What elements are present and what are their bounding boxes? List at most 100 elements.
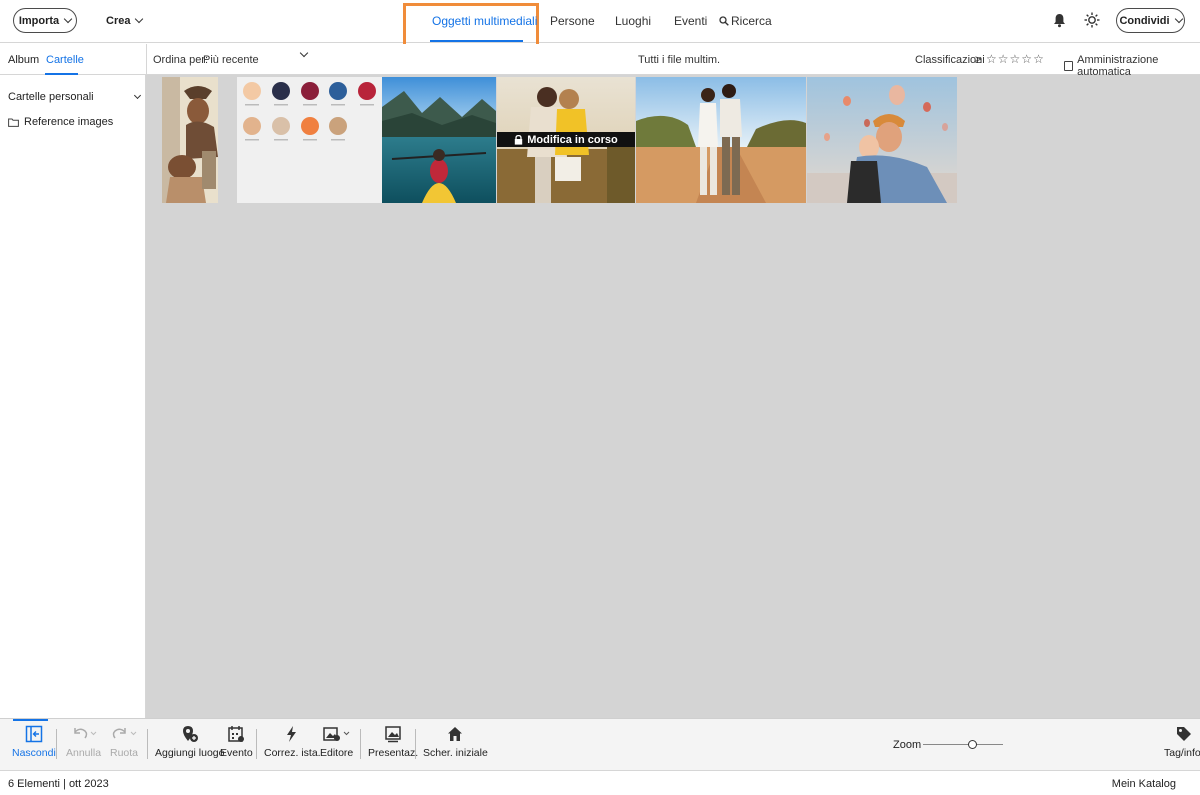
media-grid: Modifica in corso [146,75,1200,718]
toolbar-separator [256,729,257,759]
undo-label: Annulla [66,747,102,759]
share-label: Condividi [1119,14,1170,27]
tab-folders[interactable]: Cartelle [46,54,84,66]
active-tab-indicator [430,40,523,42]
home-screen-button[interactable]: Scher. iniziale [423,725,488,759]
status-bar: 6 Elementi | ott 2023 Mein Katalog [0,770,1200,795]
editing-overlay-label: Modifica in corso [527,133,618,146]
editing-overlay: Modifica in corso [497,132,635,147]
search-icon [719,16,729,26]
tab-search-label: Ricerca [731,14,772,28]
media-thumbnail[interactable] [382,77,496,203]
tags-info-label: Tag/info. [1164,747,1200,759]
slideshow-icon [385,726,401,743]
add-place-label: Aggiungi luogo [155,747,225,759]
star-icon[interactable]: ☆ [998,52,1009,66]
import-label: Importa [18,14,60,27]
tags-info-button[interactable]: Tag/info. [1164,725,1200,759]
tab-search[interactable]: Ricerca [719,14,772,28]
folder-icon [8,118,19,127]
add-place-icon [182,726,198,742]
event-label: Evento [220,747,253,759]
media-thumbnail[interactable] [162,77,218,203]
media-thumbnail[interactable] [636,77,806,203]
sidebar: Cartelle personali Reference images [0,75,146,718]
undo-button[interactable]: Annulla [66,725,101,759]
home-icon [448,727,463,741]
personal-folders-header[interactable]: Cartelle personali [8,91,142,103]
hide-panel-icon [25,725,43,743]
media-thumbnail[interactable] [807,77,957,203]
tab-places[interactable]: Luoghi [615,14,651,28]
lightning-icon [287,726,297,742]
media-thumbnail[interactable]: Modifica in corso [497,77,635,203]
ratings-operator: ≥ [975,54,982,66]
kayak-photo [382,77,496,203]
status-left: 6 Elementi | ott 2023 [8,778,109,790]
tab-media[interactable]: Oggetti multimediali [432,14,537,28]
media-filter-label: Tutti i file multim. [638,54,721,66]
star-icon[interactable]: ☆ [1010,52,1021,66]
tab-events[interactable]: Eventi [674,14,707,28]
editor-label: Editore [320,747,354,759]
sort-value: Più recente [203,54,259,66]
zoom-slider-thumb[interactable] [967,740,977,749]
rotate-button[interactable]: Ruota [110,725,138,759]
checkbox[interactable] [1064,61,1074,71]
toolbar-separator [360,729,361,759]
tag-icon [1176,727,1191,741]
chevron-down-icon [63,14,73,23]
filter-bar: Album Cartelle Ordina per: Più recente T… [0,44,1200,78]
divider [146,44,147,75]
walking-couple-photo [636,77,806,203]
create-label: Crea [106,14,131,27]
slideshow-label: Presentaz. [368,747,419,759]
toolbar-separator [147,729,148,759]
folder-item[interactable]: Reference images [8,116,113,128]
active-tool-indicator [13,719,48,721]
tab-people[interactable]: Persone [550,14,595,28]
rotate-label: Ruota [110,747,139,759]
bell-icon[interactable] [1053,13,1066,28]
lock-icon [515,134,523,145]
photo-image [162,77,218,203]
zoom-slider-track[interactable] [923,744,1003,745]
star-icon[interactable]: ☆ [1021,52,1032,66]
zoom-label: Zoom [893,739,922,751]
bottom-toolbar: Nascondi Annulla Ruota Aggiungi luogo Ev… [0,718,1200,770]
undo-icon [73,728,96,739]
chevron-down-icon [133,91,142,99]
folder-label: Reference images [24,116,114,128]
tab-album[interactable]: Album [8,54,39,66]
event-button[interactable]: Evento [220,725,253,759]
slideshow-button[interactable]: Presentaz. [368,725,418,759]
editor-icon [322,727,349,741]
section-title: Cartelle personali [8,91,94,103]
media-thumbnail[interactable] [237,77,382,203]
toolbar-separator [56,729,57,759]
chevron-down-icon [1174,14,1183,23]
hide-label: Nascondi [12,747,56,759]
home-screen-label: Scher. iniziale [423,747,488,759]
catalog-name[interactable]: Mein Katalog [1112,778,1176,790]
sort-dropdown[interactable]: Più recente [203,48,309,66]
calendar-icon [228,726,245,742]
hide-panel-button[interactable]: Nascondi [12,725,56,759]
rating-stars[interactable]: ☆ ☆ ☆ ☆ ☆ [986,52,1044,66]
create-button[interactable]: Crea [106,8,144,33]
add-place-button[interactable]: Aggiungi luogo [155,725,224,759]
avatar-sheet-image [237,77,382,203]
balloons-selfie-photo [807,77,957,203]
instant-fix-button[interactable]: Correz. ista. [264,725,321,759]
star-icon[interactable]: ☆ [1033,52,1044,66]
import-button[interactable]: Importa [13,8,77,33]
sort-label: Ordina per: [153,54,209,66]
share-button[interactable]: Condividi [1116,8,1185,33]
editor-button[interactable]: Editore [320,725,353,759]
chevron-down-icon [299,48,309,58]
star-icon[interactable]: ☆ [986,52,997,66]
rotate-icon [112,728,137,739]
sun-icon[interactable] [1084,12,1100,28]
instant-fix-label: Correz. ista. [264,747,321,759]
toolbar-separator [415,729,416,759]
